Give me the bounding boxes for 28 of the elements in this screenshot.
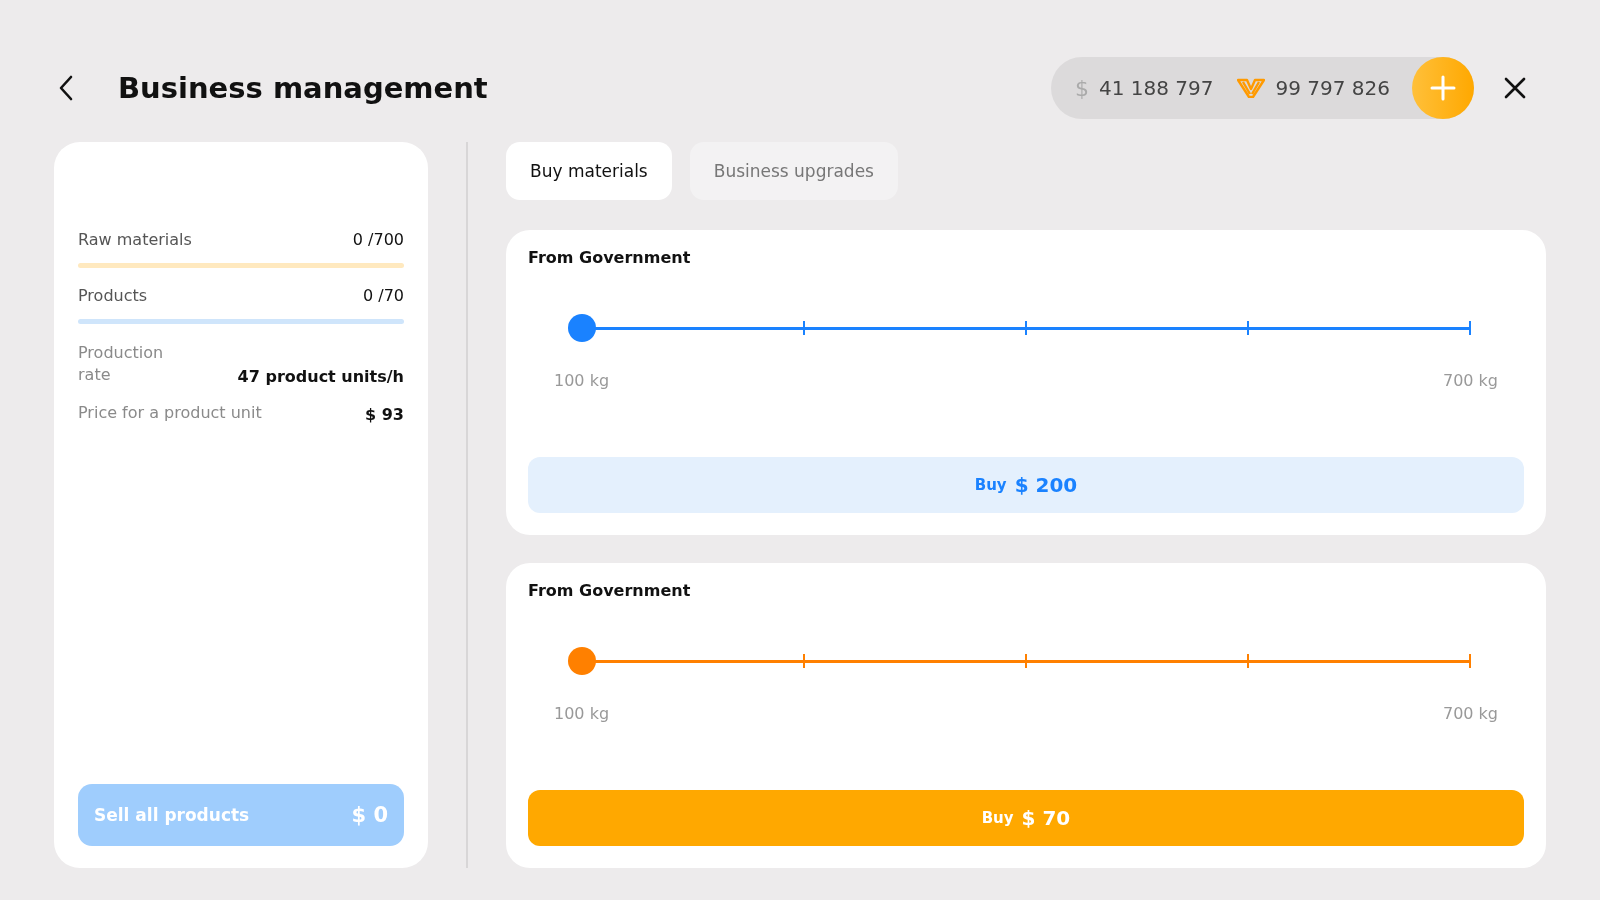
page-title: Business management xyxy=(118,71,488,105)
buy-button[interactable]: Buy $ 200 xyxy=(528,457,1524,513)
tab[interactable]: Buy materials xyxy=(506,142,672,200)
offer-title: From Government xyxy=(528,248,692,267)
stat-label: Products xyxy=(78,286,148,305)
info-value: 47 product units/h xyxy=(237,367,404,386)
max-label: 700 kg xyxy=(1442,704,1498,723)
offer-title: From Government xyxy=(528,581,692,600)
min-label: 100 kg xyxy=(554,704,610,723)
buy-button[interactable]: Buy $ 70 xyxy=(528,790,1524,846)
back-icon[interactable] xyxy=(58,75,74,101)
plus-icon xyxy=(1430,75,1456,101)
stat-value: 0 /70 xyxy=(363,286,404,305)
stat-value: 0 /700 xyxy=(352,230,404,249)
close-icon[interactable] xyxy=(1504,77,1526,99)
stat-label: Raw materials xyxy=(78,230,192,249)
min-label: 100 kg xyxy=(554,371,610,390)
slider-thumb[interactable] xyxy=(568,313,596,342)
max-label: 700 kg xyxy=(1442,371,1498,390)
slider-thumb[interactable] xyxy=(568,646,596,675)
coin-balance: 99 797 826 xyxy=(1275,76,1390,100)
v-logo-icon xyxy=(1237,78,1266,98)
info-label: Price for a product unit xyxy=(78,402,262,424)
info-label: Production rate xyxy=(78,342,165,386)
cash-balance: 41 188 797 xyxy=(1098,76,1214,100)
info-value: $ 93 xyxy=(365,405,404,424)
tab[interactable]: Business upgrades xyxy=(689,142,898,200)
dollar-sign: $ xyxy=(1074,75,1089,101)
